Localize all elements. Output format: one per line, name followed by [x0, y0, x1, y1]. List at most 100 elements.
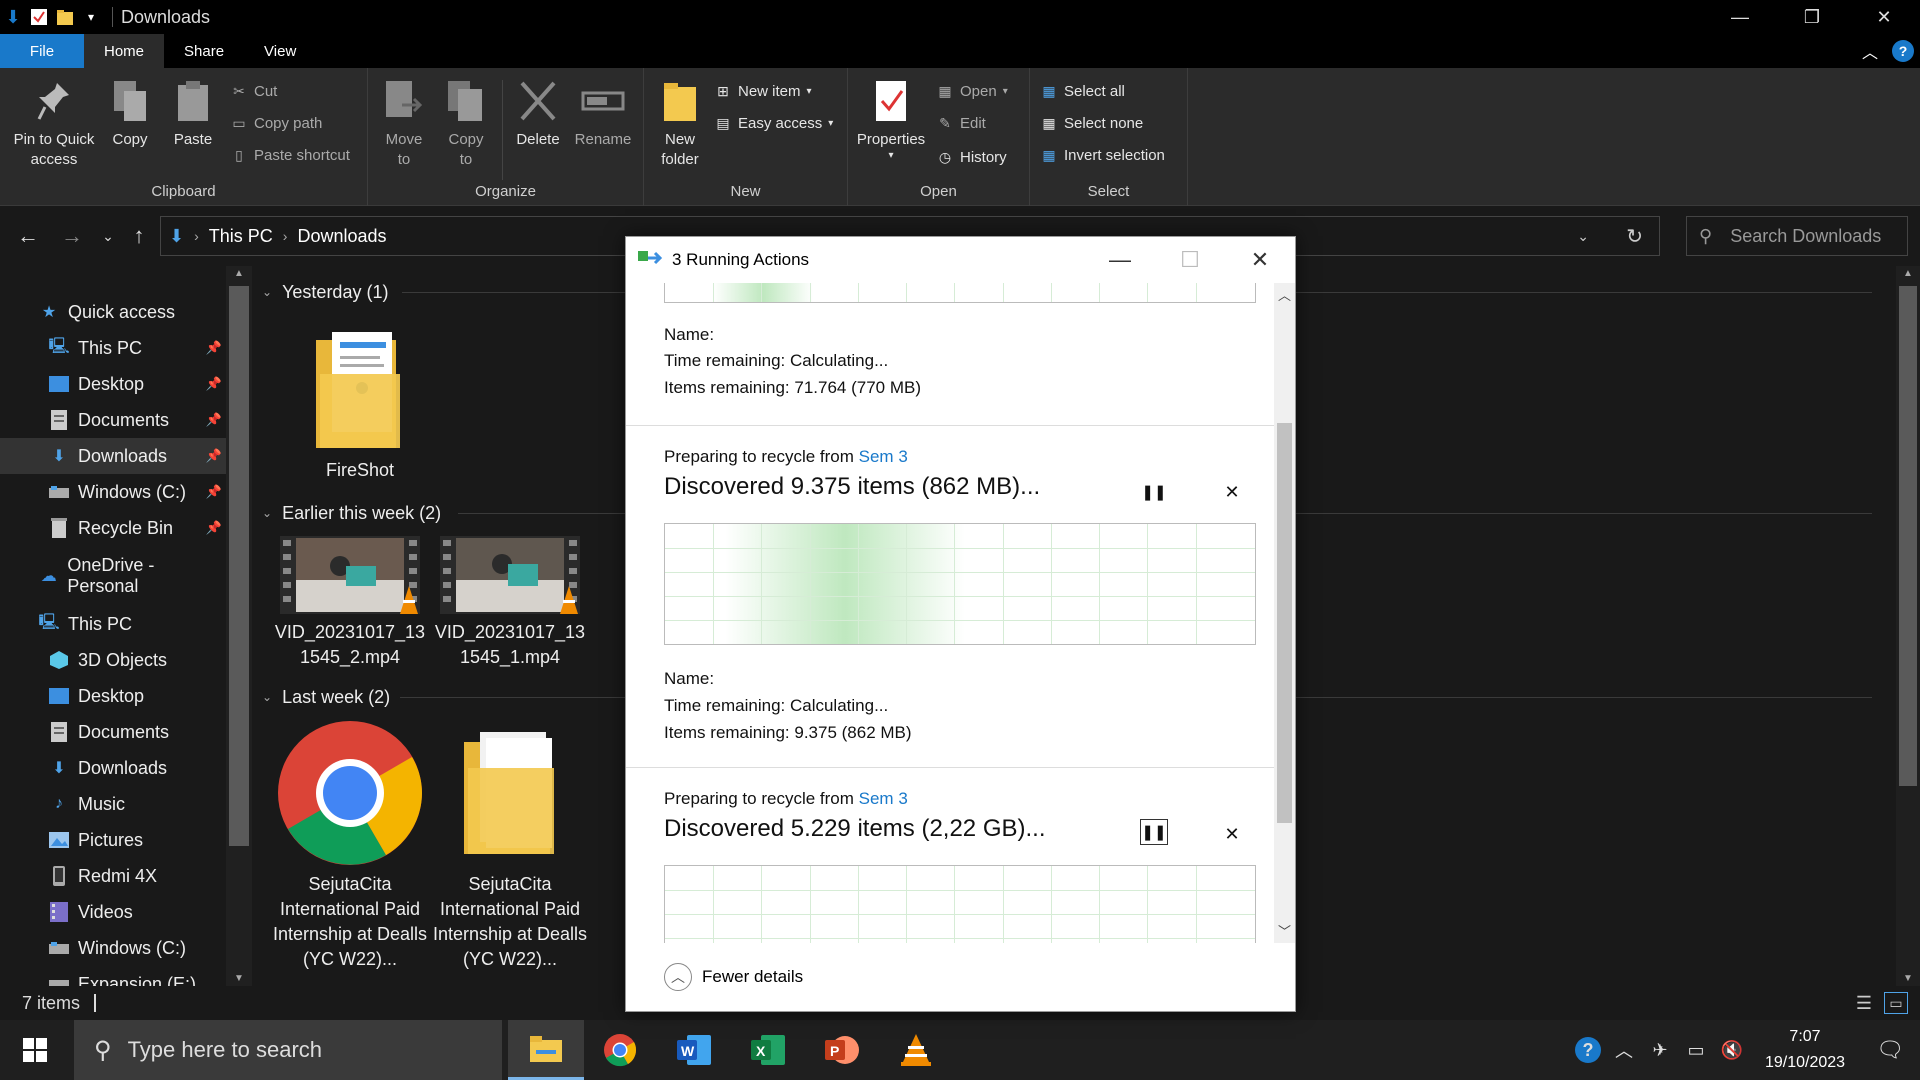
windows-start-icon[interactable]: [0, 1020, 70, 1080]
file-item[interactable]: VID_20231017_131545_1.mp4: [432, 536, 588, 670]
dialog-scroll-thumb[interactable]: [1277, 423, 1292, 823]
dialog-scrollbar[interactable]: ︿ ﹀: [1274, 283, 1295, 943]
nav-downloads-pinned[interactable]: ⬇ Downloads 📌: [0, 438, 226, 474]
op3-source-link[interactable]: Sem 3: [859, 789, 908, 808]
copy-path-button[interactable]: ▭ Copy path: [230, 114, 322, 132]
forward-arrow-icon[interactable]: →: [56, 216, 88, 256]
vlc-taskbar-icon[interactable]: [878, 1020, 954, 1080]
file-item[interactable]: SejutaCita International Paid Internship…: [272, 720, 428, 972]
nav-desktop-pinned[interactable]: Desktop 📌: [0, 366, 226, 402]
nav-expansion-e[interactable]: Expansion (E:): [0, 966, 226, 986]
tab-view[interactable]: View: [244, 34, 316, 68]
nav-desktop[interactable]: Desktop: [0, 678, 226, 714]
scroll-up-icon[interactable]: ▲: [1896, 268, 1920, 279]
address-dropdown-icon[interactable]: ⌄: [1577, 228, 1589, 245]
group-header-last-week[interactable]: ⌄ Last week (2): [262, 682, 390, 712]
op2-pause-button[interactable]: ❚❚: [1140, 479, 1168, 505]
scroll-down-icon[interactable]: ﹀: [1274, 921, 1295, 941]
easy-access-button[interactable]: ▤ Easy access ▾: [714, 114, 833, 132]
nav-downloads[interactable]: ⬇ Downloads: [0, 750, 226, 786]
select-all-button[interactable]: ▦ Select all: [1040, 82, 1125, 100]
dialog-minimize-button[interactable]: —: [1085, 237, 1155, 283]
nav-windows-c-pinned[interactable]: Windows (C:) 📌: [0, 474, 226, 510]
nav-3d-objects[interactable]: 3D Objects: [0, 642, 226, 678]
close-button[interactable]: ✕: [1848, 0, 1920, 34]
rename-button[interactable]: Rename: [570, 76, 636, 150]
help-icon[interactable]: ?: [1892, 40, 1914, 62]
op3-pause-button[interactable]: ❚❚: [1140, 819, 1168, 845]
breadcrumb-this-pc[interactable]: This PC: [209, 226, 273, 247]
invert-selection-button[interactable]: ▦ Invert selection: [1040, 146, 1165, 164]
group-header-earlier-this-week[interactable]: ⌄ Earlier this week (2): [262, 498, 441, 528]
nav-redmi-4x[interactable]: Redmi 4X: [0, 858, 226, 894]
edit-button[interactable]: ✎ Edit: [936, 114, 986, 132]
nav-videos[interactable]: Videos: [0, 894, 226, 930]
nav-onedrive[interactable]: ☁ OneDrive - Personal: [0, 555, 226, 596]
chevron-up-icon[interactable]: ︿: [1862, 39, 1878, 63]
excel-taskbar-icon[interactable]: X: [730, 1020, 806, 1080]
nav-recycle-bin-pinned[interactable]: Recycle Bin 📌: [0, 510, 226, 546]
group-header-yesterday[interactable]: ⌄ Yesterday (1): [262, 277, 388, 307]
op2-cancel-button[interactable]: ✕: [1218, 479, 1246, 505]
search-input[interactable]: ⚲ Search Downloads: [1686, 216, 1908, 256]
chevron-up-icon[interactable]: ︿: [1606, 1037, 1642, 1063]
restore-button[interactable]: ❐: [1776, 0, 1848, 34]
clock[interactable]: 7:07 19/10/2023: [1750, 1024, 1860, 1076]
move-to-button[interactable]: Move to: [376, 76, 432, 170]
nav-scrollbar[interactable]: ▲ ▼: [226, 266, 252, 986]
paste-shortcut-button[interactable]: ▯ Paste shortcut: [230, 146, 350, 164]
nav-this-pc-pinned[interactable]: 🖳 This PC 📌: [0, 330, 226, 366]
minimize-button[interactable]: —: [1704, 0, 1776, 34]
nav-music[interactable]: ♪ Music: [0, 786, 226, 822]
nav-pictures[interactable]: Pictures: [0, 822, 226, 858]
scroll-up-icon[interactable]: ︿: [1274, 285, 1295, 305]
refresh-icon[interactable]: ↻: [1626, 224, 1643, 249]
taskbar-search-input[interactable]: ⚲ Type here to search: [74, 1020, 502, 1080]
up-arrow-icon[interactable]: ↑: [124, 216, 154, 256]
tab-home[interactable]: Home: [84, 34, 165, 68]
large-icons-view-icon[interactable]: ▭: [1884, 992, 1908, 1014]
word-taskbar-icon[interactable]: W: [656, 1020, 732, 1080]
collapse-icon[interactable]: ︿: [664, 963, 692, 991]
copy-button[interactable]: Copy: [106, 76, 154, 150]
powerpoint-taskbar-icon[interactable]: P: [804, 1020, 880, 1080]
down-arrow-icon[interactable]: ⬇: [0, 0, 26, 34]
nav-documents-pinned[interactable]: Documents 📌: [0, 402, 226, 438]
op2-source-link[interactable]: Sem 3: [859, 447, 908, 466]
properties-quick-icon[interactable]: [26, 0, 52, 34]
history-button[interactable]: ◷ History: [936, 148, 1007, 166]
new-folder-quick-icon[interactable]: [52, 0, 78, 34]
file-item[interactable]: VID_20231017_131545_2.mp4: [272, 536, 428, 670]
delete-button[interactable]: Delete: [508, 76, 568, 150]
back-arrow-icon[interactable]: ←: [12, 216, 44, 256]
volume-muted-icon[interactable]: 🔇: [1714, 1040, 1750, 1061]
scroll-up-icon[interactable]: ▲: [226, 268, 252, 279]
recent-locations-icon[interactable]: ⌄: [96, 216, 120, 256]
nav-quick-access[interactable]: ★ Quick access: [0, 294, 226, 330]
op3-cancel-button[interactable]: ✕: [1218, 821, 1246, 847]
content-scrollbar[interactable]: ▲ ▼: [1896, 266, 1920, 986]
chrome-taskbar-icon[interactable]: [582, 1020, 658, 1080]
nav-windows-c[interactable]: Windows (C:): [0, 930, 226, 966]
pin-to-quick-access-button[interactable]: Pin to Quick access: [8, 76, 100, 170]
nav-this-pc[interactable]: 🖳 This PC: [0, 606, 226, 642]
copy-to-button[interactable]: Copy to: [438, 76, 494, 170]
details-view-icon[interactable]: ☰: [1856, 993, 1872, 1014]
file-item[interactable]: SejutaCita International Paid Internship…: [432, 720, 588, 972]
customize-quick-access-icon[interactable]: ▾: [78, 0, 104, 34]
cut-button[interactable]: ✂ Cut: [230, 82, 277, 100]
properties-button[interactable]: Properties ▾: [856, 76, 926, 162]
select-none-button[interactable]: ▦ Select none: [1040, 114, 1143, 132]
open-button[interactable]: ▦ Open ▾: [936, 82, 1007, 100]
dialog-close-button[interactable]: ✕: [1225, 237, 1295, 283]
tab-share[interactable]: Share: [164, 34, 244, 68]
content-scroll-thumb[interactable]: [1899, 286, 1917, 786]
breadcrumb-downloads[interactable]: Downloads: [297, 226, 386, 247]
paste-button[interactable]: Paste: [168, 76, 218, 150]
battery-icon[interactable]: ▭: [1678, 1040, 1714, 1061]
fewer-details-button[interactable]: Fewer details: [702, 967, 803, 987]
dialog-maximize-button[interactable]: ☐: [1155, 237, 1225, 283]
file-explorer-taskbar-icon[interactable]: [508, 1020, 584, 1080]
notifications-icon[interactable]: 🗨: [1860, 1037, 1920, 1063]
tab-file[interactable]: File: [0, 34, 84, 68]
